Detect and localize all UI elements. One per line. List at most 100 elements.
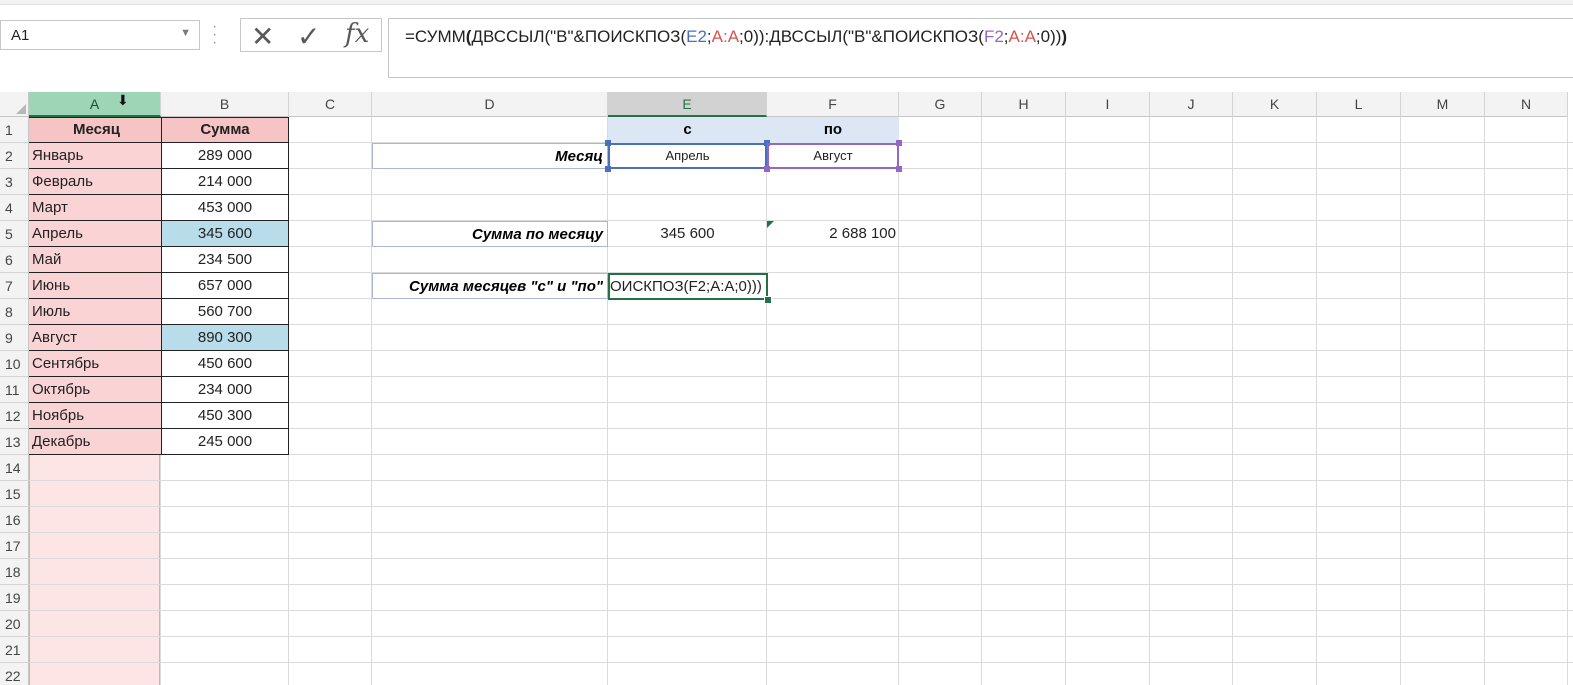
row-header[interactable]: 5 [0,221,29,247]
formula-ref-f2: F2 [983,27,1004,46]
column-header-e[interactable]: E [608,92,767,117]
row-header[interactable]: 16 [0,507,29,533]
grid-vline [1400,117,1401,685]
row-header[interactable]: 3 [0,169,29,195]
row-header[interactable]: 17 [0,533,29,559]
from-header-cell[interactable]: с [608,117,767,143]
month-header: Месяц [73,121,120,138]
formula-tail-1: ;0)):ДВССЫЛ("B"&ПОИСКПОЗ( [739,27,984,46]
column-label: B [219,96,230,112]
name-box[interactable]: A1 ▼ [0,20,200,50]
row-header[interactable]: 15 [0,481,29,507]
sum-value: 245 000 [197,433,253,450]
month-label-cell[interactable]: Месяц [372,143,608,169]
column-header-d[interactable]: D [372,92,608,117]
insert-function-icon[interactable]: fx [345,19,369,49]
row-header[interactable]: 19 [0,585,29,611]
month-value: Сентябрь [32,355,100,372]
to-header-cell[interactable]: по [767,117,899,143]
row-header[interactable]: 21 [0,637,29,663]
column-header-a[interactable]: A [29,92,161,117]
row-header[interactable]: 18 [0,559,29,585]
column-header-b[interactable]: B [161,92,289,117]
column-header-f[interactable]: F [767,92,899,117]
range-handle[interactable] [896,166,902,172]
month-value: Октябрь [32,381,91,398]
month-value: Февраль [32,173,93,190]
column-label: D [484,96,495,112]
sum-to-cell[interactable]: 2 688 100 [767,221,899,247]
grid-vline [1316,117,1317,685]
row-header[interactable]: 20 [0,611,29,637]
sum-value: 234 000 [197,381,253,398]
formula-prefix: =СУММ [405,27,466,46]
formula-input[interactable]: =СУММ(ДВССЫЛ("B"&ПОИСКПОЗ(E2;A:A;0)):ДВС… [388,18,1573,78]
column-header-g[interactable]: G [899,92,982,117]
sum-value: 560 700 [197,303,253,320]
column-label: I [1105,96,1110,112]
formula-ref-aa-1: A:A [711,27,740,46]
month-label: Месяц [555,148,603,165]
column-label: J [1187,96,1195,112]
worksheet-grid[interactable]: A B C D E F G H I J K L M N ⬇ 1234567891… [0,90,1573,685]
column-label: N [1520,96,1532,112]
row-header[interactable]: 7 [0,273,29,299]
grid-hline [29,532,1573,533]
drag-handle-icon[interactable]: · · · [212,19,217,51]
grid-vline [898,117,899,685]
range-handle[interactable] [896,140,902,146]
column-header-c[interactable]: C [289,92,372,117]
column-header-i[interactable]: I [1066,92,1150,117]
check-icon[interactable]: ✓ [297,20,320,53]
column-label: A [89,96,100,112]
row-header[interactable]: 8 [0,299,29,325]
sum-to-value: 2 688 100 [829,225,896,242]
sum-value: 214 000 [197,173,253,190]
grid-hline [29,584,1573,585]
grid-vline [1567,117,1568,685]
row-header[interactable]: 4 [0,195,29,221]
grid-hline [29,610,1573,611]
sum-label-cell[interactable]: Сумма по месяцу [372,221,608,247]
sum-from-cell[interactable]: 345 600 [608,221,767,247]
month-value: Декабрь [32,433,91,450]
range-handle[interactable] [605,166,611,172]
row-header[interactable]: 12 [0,403,29,429]
formula-tail-2: ;0)) [1035,27,1062,46]
from-month-cell[interactable]: Апрель [608,143,767,169]
row-header[interactable]: 13 [0,429,29,455]
row-header[interactable]: 9 [0,325,29,351]
column-header-h[interactable]: H [982,92,1066,117]
range-handle[interactable] [764,166,770,172]
row-header[interactable]: 22 [0,663,29,685]
range-sum-label-cell[interactable]: Сумма месяцев "с" и "по" [372,273,608,299]
row-header[interactable]: 6 [0,247,29,273]
formula-ref-e2: E2 [686,27,707,46]
column-header-k[interactable]: K [1233,92,1317,117]
grid-hline [29,480,1573,481]
grid-vline [1065,117,1066,685]
range-handle[interactable] [605,140,611,146]
column-header-m[interactable]: M [1401,92,1485,117]
row-header[interactable]: 10 [0,351,29,377]
active-cell-editor[interactable]: ОИСКПОЗ(F2;A:A;0))) [608,273,768,300]
row-header[interactable]: 2 [0,143,29,169]
row-header[interactable]: 1 [0,117,29,143]
row-header[interactable]: 11 [0,377,29,403]
column-header-n[interactable]: N [1485,92,1568,117]
month-value: Март [32,199,68,216]
month-value: Январь [32,147,84,164]
select-all-corner[interactable] [0,92,29,117]
cancel-icon[interactable]: ✕ [251,20,274,53]
row-header[interactable]: 14 [0,455,29,481]
fill-handle[interactable] [764,296,772,304]
chevron-down-icon[interactable]: ▼ [180,27,191,39]
grid-vline [607,117,608,685]
name-box-value: A1 [11,27,30,44]
to-month-cell[interactable]: Август [767,143,899,169]
column-header-l[interactable]: L [1317,92,1401,117]
formula-buttons: ✕ ✓ fx [240,18,382,52]
column-label: F [828,96,837,112]
month-value: Июнь [32,277,71,294]
column-header-j[interactable]: J [1150,92,1233,117]
